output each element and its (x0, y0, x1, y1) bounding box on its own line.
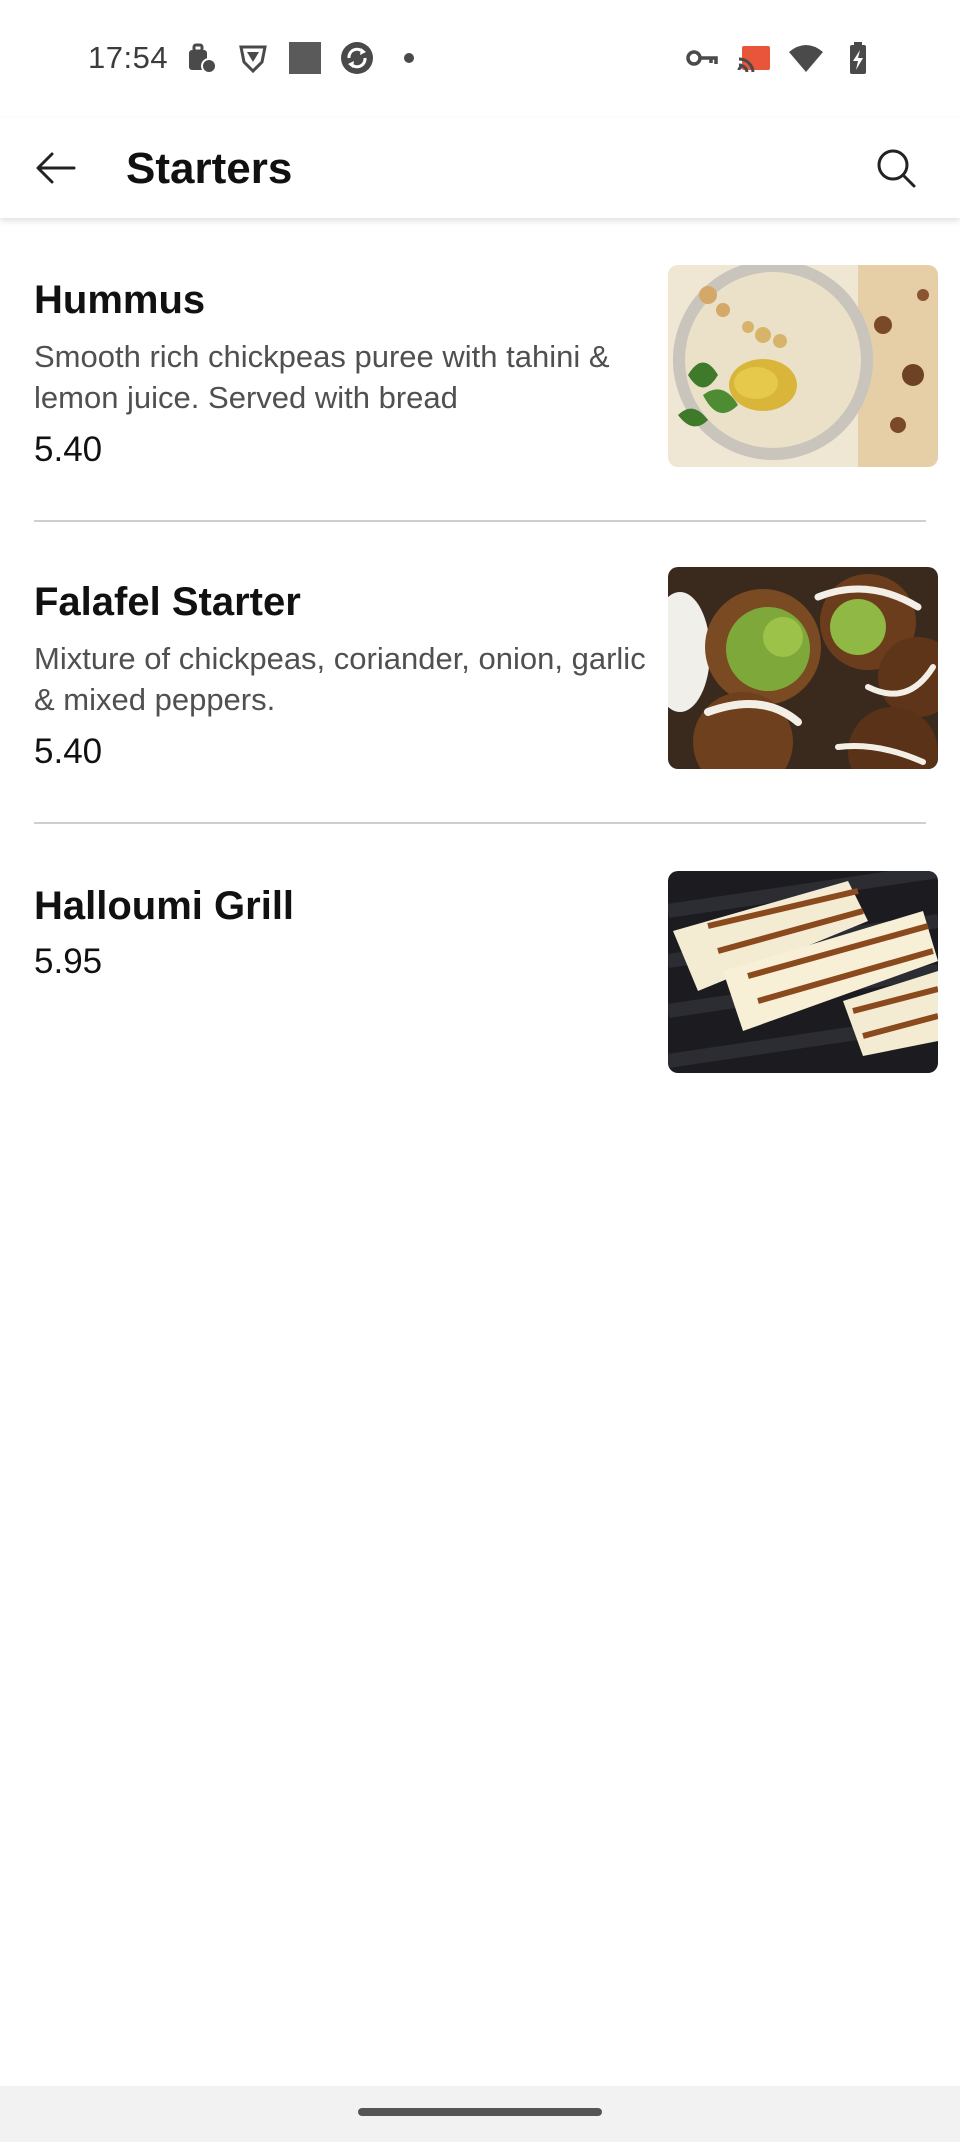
vpn-shield-icon (239, 45, 267, 74)
square-icon (289, 42, 321, 74)
item-price: 5.40 (34, 430, 103, 469)
cast-icon (737, 46, 770, 73)
status-time: 17:54 (88, 40, 169, 75)
halloumi-photo (668, 871, 938, 1073)
status-right-icons (684, 40, 876, 76)
navigation-bar (0, 2086, 960, 2142)
status-left-icons (183, 40, 427, 76)
item-name: Halloumi Grill (34, 884, 295, 928)
arrow-left-icon (36, 152, 76, 184)
menu-item-hummus[interactable]: Hummus Smooth rich chickpeas puree with … (0, 218, 960, 522)
menu-item-falafel-starter[interactable]: Falafel Starter Mixture of chickpeas, co… (0, 522, 960, 824)
falafel-photo (668, 567, 938, 769)
key-icon (686, 50, 718, 66)
hummus-photo (668, 265, 938, 467)
item-description: Mixture of chickpeas, coriander, onion, … (34, 641, 646, 717)
wifi-icon (789, 45, 823, 72)
search-button[interactable] (868, 140, 924, 196)
menu-item-halloumi-grill[interactable]: Halloumi Grill 5.95 (0, 824, 960, 1074)
item-price: 5.40 (34, 732, 103, 771)
menu-list: Hummus Smooth rich chickpeas puree with … (0, 218, 960, 1074)
home-handle[interactable] (358, 2108, 602, 2116)
sync-icon (341, 42, 373, 74)
status-bar: 17:54 (0, 0, 960, 118)
item-name: Hummus (34, 278, 206, 322)
item-price: 5.95 (34, 942, 103, 981)
dot-icon (404, 53, 414, 63)
work-profile-icon (189, 43, 217, 74)
back-button[interactable] (30, 142, 82, 194)
app-screen: 17:54 Starters Hummus Smooth rich chickp… (0, 0, 960, 2142)
search-icon (877, 149, 916, 188)
page-title: Starters (126, 144, 293, 193)
item-name: Falafel Starter (34, 580, 301, 624)
app-bar: Starters (0, 118, 960, 218)
battery-charging-icon (850, 42, 866, 74)
item-description: Smooth rich chickpeas puree with tahini … (34, 339, 610, 415)
